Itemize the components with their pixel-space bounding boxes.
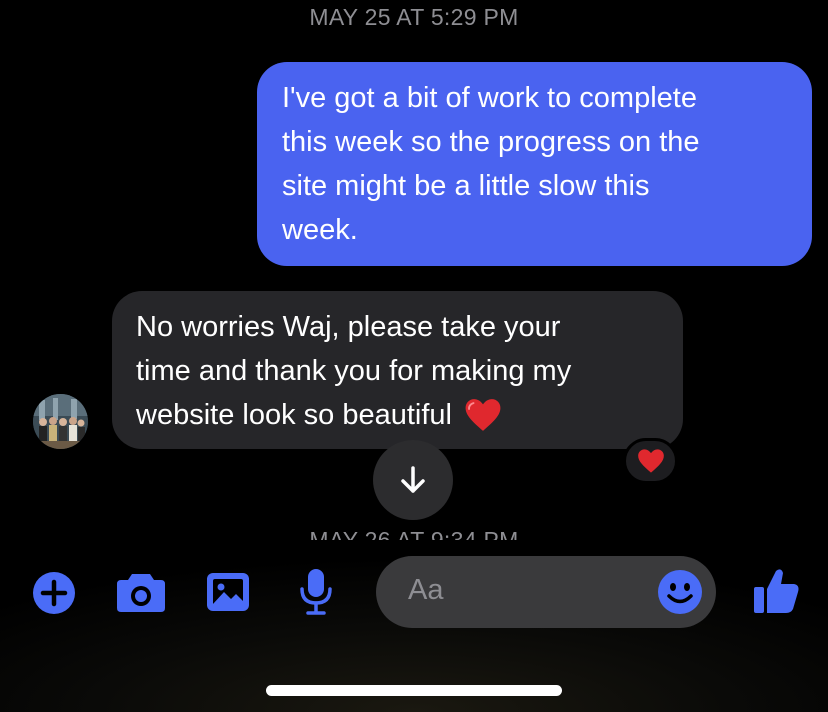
gallery-button[interactable] (205, 571, 251, 613)
message-line: time and thank you for making my (136, 355, 572, 387)
message-input[interactable]: Aa (376, 556, 716, 628)
message-reaction[interactable] (623, 438, 678, 484)
timestamp: MAY 25 AT 5:29 PM (309, 4, 519, 30)
message-line: No worries Waj, please take your (136, 311, 561, 343)
microphone-button[interactable] (298, 567, 334, 617)
message-line: website look so beautiful (136, 393, 659, 437)
emoji-icon (658, 570, 702, 614)
timestamp: MAY 26 AT 9:34 PM (309, 527, 519, 541)
camera-icon (117, 574, 165, 612)
contact-avatar[interactable] (33, 394, 88, 449)
like-button[interactable] (751, 565, 801, 615)
emoji-button[interactable] (657, 569, 703, 615)
image-icon (207, 573, 249, 611)
camera-button[interactable] (115, 570, 167, 614)
message-line: this week so the progress on the (282, 126, 700, 158)
home-indicator[interactable] (266, 685, 562, 696)
thumbs-up-icon (754, 569, 799, 613)
message-line: I've got a bit of work to complete (282, 82, 697, 114)
scroll-to-bottom-button[interactable] (373, 440, 453, 520)
plus-icon (33, 572, 75, 614)
heart-emoji (637, 449, 664, 473)
microphone-icon (300, 569, 332, 615)
message-input-placeholder: Aa (408, 574, 444, 606)
heart-emoji (464, 397, 502, 433)
message-line: site might be a little slow this (282, 170, 650, 202)
received-message-bubble[interactable]: No worries Waj, please take your time an… (112, 291, 683, 449)
sent-message-bubble[interactable]: I've got a bit of work to complete this … (257, 62, 812, 266)
message-line-text: website look so beautiful (136, 399, 452, 431)
arrow-down-icon (401, 466, 425, 493)
plus-button[interactable] (31, 570, 77, 616)
message-line: week. (282, 214, 358, 246)
